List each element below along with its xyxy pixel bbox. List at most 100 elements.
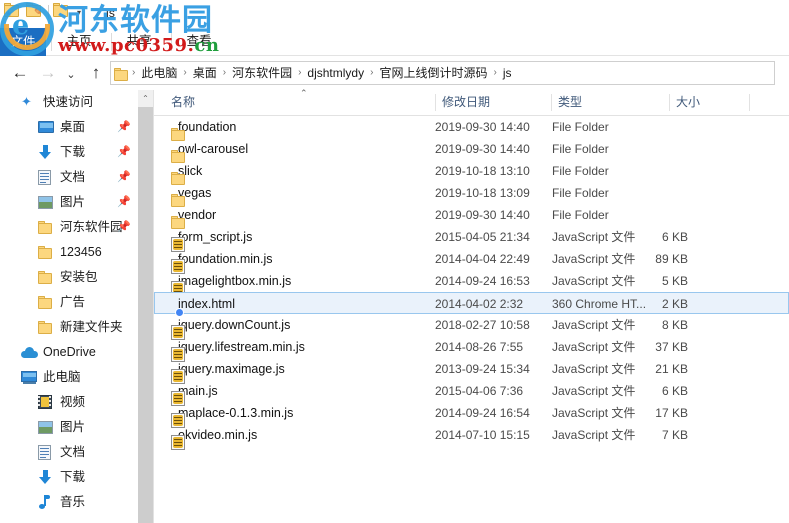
pin-icon[interactable]: 📌 (117, 221, 131, 233)
sidebar-item-12[interactable]: 视频 (0, 390, 138, 415)
column-header-type[interactable]: 类型 (558, 90, 582, 115)
sidebar-item-1[interactable]: 桌面 📌 (0, 115, 138, 140)
folder-icon (38, 270, 54, 286)
table-row[interactable]: imagelightbox.min.js 2014-09-24 16:53 Java… (154, 270, 789, 296)
breadcrumb-item[interactable]: djshtmlydy (302, 62, 369, 84)
recent-locations-chevron-icon[interactable]: ⌄ (62, 64, 80, 86)
sidebar-item-14[interactable]: 文档 (0, 440, 138, 465)
file-type-cell: File Folder (552, 164, 609, 178)
sidebar-item-6[interactable]: 123456 (0, 240, 138, 265)
breadcrumb-item[interactable]: js (498, 62, 517, 84)
customize-caret-icon[interactable]: ▾ (75, 8, 83, 17)
file-date-cell: 2015-04-05 21:34 (435, 230, 530, 244)
downloads-icon (38, 144, 54, 161)
address-bar[interactable]: › 此电脑 › 桌面 › 河东软件园 › djshtmlydy › 官网上线倒计时源码 › js (110, 61, 775, 85)
sidebar-item-label: OneDrive (43, 345, 96, 359)
file-name-label: jquery.lifestream.min.js (178, 340, 305, 354)
sidebar-item-label: 河东软件园 (60, 220, 123, 234)
table-row[interactable]: foundation 2019-09-30 14:40 File Folder (154, 116, 789, 141)
file-name-cell: imagelightbox.min.js (171, 270, 291, 296)
file-name-cell: main.js (171, 380, 218, 406)
table-row[interactable]: owl-carousel 2019-09-30 14:40 File Folder (154, 138, 789, 163)
column-header-date[interactable]: 修改日期 (442, 90, 490, 115)
navigation-pane[interactable]: ✦ 快速访问 桌面 📌 下载 📌 文档 📌 图片 📌 河东软件园 📌 123456 安装包 广告 新建文件夹 O… (0, 90, 138, 523)
tab-file[interactable]: 文件 (0, 28, 46, 56)
pin-icon[interactable]: 📌 (117, 121, 131, 133)
table-row[interactable]: foundation.min.js 2014-04-04 22:49 JavaScr… (154, 248, 789, 274)
sidebar-item-label: 图片 (60, 420, 86, 434)
tab-view[interactable]: 查看 (176, 28, 222, 55)
table-row[interactable]: index.html 2014-04-02 2:32 360 Chrome HT..… (154, 292, 789, 314)
properties-icon[interactable]: ★ (4, 3, 22, 21)
table-row[interactable]: vendor 2019-09-30 14:40 File Folder (154, 204, 789, 229)
column-divider[interactable] (435, 94, 436, 111)
tab-share[interactable]: 共享 (116, 28, 162, 55)
column-header-size[interactable]: 大小 (676, 90, 700, 115)
sidebar-item-8[interactable]: 广告 (0, 290, 138, 315)
table-row[interactable]: jquery.downCount.js 2018-02-27 10:58 JavaS… (154, 314, 789, 340)
pictures-icon (38, 195, 54, 211)
folder-icon (38, 245, 54, 261)
folder-icon (38, 220, 54, 236)
column-divider[interactable] (749, 94, 750, 111)
sidebar-item-4[interactable]: 图片 📌 (0, 190, 138, 215)
table-row[interactable]: jquery.maximage.js 2013-09-24 15:34 JavaSc… (154, 358, 789, 384)
pin-icon[interactable]: 📌 (117, 171, 131, 183)
sidebar-item-16[interactable]: 音乐 (0, 490, 138, 515)
music-icon (38, 494, 54, 511)
navigation-pane-scrollbar[interactable]: ⌃ (138, 90, 153, 523)
file-name-cell: maplace-0.1.3.min.js (171, 402, 293, 428)
sidebar-item-13[interactable]: 图片 (0, 415, 138, 440)
quick-access-star-icon: ✦ (21, 93, 32, 109)
sidebar-item-11[interactable]: 此电脑 (0, 365, 138, 390)
breadcrumb-item[interactable]: 桌面 (188, 62, 222, 84)
column-header-name[interactable]: 名称 (171, 90, 195, 115)
file-size-cell: 37 KB (655, 340, 688, 354)
file-name-label: jquery.maximage.js (178, 362, 285, 376)
title-bar: ★ ✎ ▾ js (0, 0, 789, 28)
tab-home[interactable]: 主页 (56, 28, 102, 55)
file-name-label: form_script.js (178, 230, 253, 244)
file-name-cell: foundation (171, 116, 236, 141)
sidebar-item-7[interactable]: 安装包 (0, 265, 138, 290)
file-name-label: foundation.min.js (178, 252, 273, 266)
breadcrumb-item[interactable]: 官网上线倒计时源码 (374, 62, 492, 84)
table-row[interactable]: vegas 2019-10-18 13:09 File Folder (154, 182, 789, 207)
up-button[interactable]: ↑ (84, 62, 108, 84)
table-row[interactable]: main.js 2015-04-06 7:36 JavaScript 文件 6 KB (154, 380, 789, 406)
downloads-icon (38, 469, 54, 486)
sidebar-item-3[interactable]: 文档 📌 (0, 165, 138, 190)
column-divider[interactable] (551, 94, 552, 111)
folder-icon[interactable] (53, 3, 71, 21)
file-size-cell: 21 KB (655, 362, 688, 376)
breadcrumb-item[interactable]: 此电脑 (136, 62, 182, 84)
scrollbar-thumb[interactable] (138, 107, 153, 523)
quick-access-toolbar: ★ ✎ ▾ (4, 3, 83, 21)
file-name-cell: vegas (171, 182, 211, 207)
pin-icon[interactable]: 📌 (117, 196, 131, 208)
sidebar-item-5[interactable]: 河东软件园 📌 (0, 215, 138, 240)
back-button[interactable]: ← (8, 62, 32, 84)
table-row[interactable]: slick 2019-10-18 13:10 File Folder (154, 160, 789, 185)
breadcrumb-item[interactable]: 河东软件园 (227, 62, 297, 84)
new-folder-icon[interactable]: ✎ (26, 3, 44, 21)
sidebar-item-9[interactable]: 新建文件夹 (0, 315, 138, 340)
scroll-up-arrow-icon[interactable]: ⌃ (138, 90, 153, 107)
table-row[interactable]: jquery.lifestream.min.js 2014-08-26 7:55 J… (154, 336, 789, 362)
sidebar-item-15[interactable]: 下载 (0, 465, 138, 490)
sidebar-item-0[interactable]: ✦ 快速访问 (0, 90, 138, 115)
file-size-cell: 6 KB (661, 230, 688, 244)
column-divider[interactable] (669, 94, 670, 111)
table-row[interactable]: okvideo.min.js 2014-07-10 15:15 JavaScript… (154, 424, 789, 450)
sidebar-item-2[interactable]: 下载 📌 (0, 140, 138, 165)
window-title: js (106, 6, 116, 20)
sidebar-item-10[interactable]: OneDrive (0, 340, 138, 365)
table-row[interactable]: maplace-0.1.3.min.js 2014-09-24 16:54 Java… (154, 402, 789, 428)
desktop-icon (38, 120, 54, 136)
forward-button[interactable]: → (36, 62, 60, 84)
table-row[interactable]: form_script.js 2015-04-05 21:34 JavaScript… (154, 226, 789, 252)
sidebar-item-label: 广告 (60, 295, 86, 309)
file-size-cell (606, 138, 688, 160)
pin-icon[interactable]: 📌 (117, 146, 131, 158)
file-type-cell: File Folder (552, 142, 609, 156)
